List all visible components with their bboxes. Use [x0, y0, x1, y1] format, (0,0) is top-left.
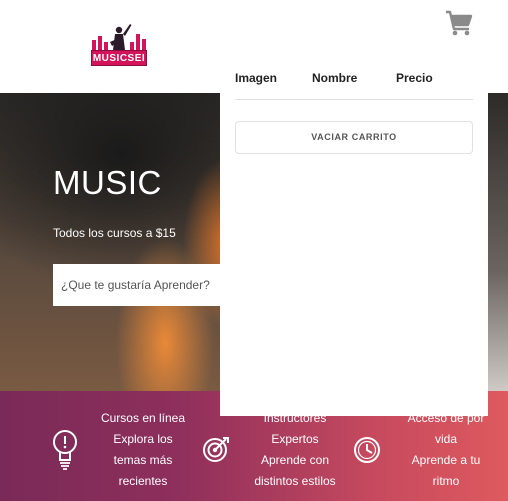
- feature-line: distintos estilos: [254, 474, 336, 488]
- feature-lifetime-access: Acceso de por vida Aprende a tu ritmo: [398, 408, 494, 492]
- feature-line: Aprende con: [260, 453, 330, 467]
- feature-line: Aprende a tu: [411, 453, 481, 467]
- feature-online-courses: Cursos en línea Explora los temas más re…: [90, 408, 196, 492]
- cart-dropdown: Imagen Nombre Precio VACIAR CARRITO: [220, 60, 488, 416]
- feature-line: vida: [434, 432, 457, 446]
- logo-wordmark: MUSICSEI: [91, 50, 147, 66]
- cart-header-name: Nombre: [312, 71, 358, 85]
- shopping-cart-icon[interactable]: [445, 10, 473, 36]
- lightbulb-icon: [53, 430, 77, 470]
- cart-divider: [235, 99, 473, 100]
- feature-line: ritmo: [432, 474, 460, 488]
- feature-expert-instructors: Instructores Expertos Aprende con distin…: [240, 408, 350, 492]
- feature-line: Explora los: [113, 432, 173, 446]
- feature-line: Expertos: [271, 432, 319, 446]
- feature-line: recientes: [118, 474, 168, 488]
- clock-icon: [354, 437, 380, 463]
- hero-subtitle: Todos los cursos a $15: [53, 226, 176, 240]
- search-input[interactable]: [53, 264, 243, 306]
- cart-header-image: Imagen: [235, 71, 278, 85]
- feature-line: temas más: [113, 453, 173, 467]
- empty-cart-button[interactable]: VACIAR CARRITO: [235, 121, 473, 154]
- cart-header-price: Precio: [396, 71, 433, 85]
- feature-line: Cursos en línea: [100, 411, 186, 425]
- hero-background-image: [487, 93, 508, 391]
- hero-title: MUSIC: [53, 164, 162, 201]
- target-icon: [203, 437, 229, 462]
